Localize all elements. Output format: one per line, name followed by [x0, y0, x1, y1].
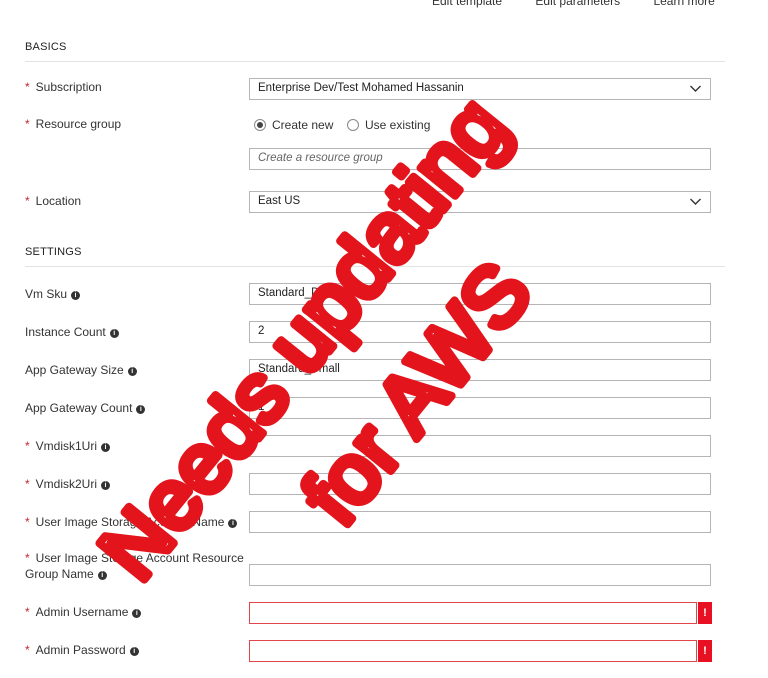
- admin-password-input[interactable]: !: [249, 640, 712, 662]
- edit-template-link[interactable]: Edit template: [432, 0, 502, 8]
- resource-group-input[interactable]: Create a resource group: [249, 148, 711, 170]
- app-gateway-size-value: Standard_Small: [258, 363, 340, 375]
- subscription-value: Enterprise Dev/Test Mohamed Hassanin: [258, 82, 464, 94]
- settings-heading: SETTINGS: [25, 246, 82, 258]
- info-icon[interactable]: i: [129, 647, 139, 656]
- error-icon: !: [698, 640, 712, 662]
- storage-account-rg-input[interactable]: [249, 564, 711, 586]
- location-label: * Location: [25, 194, 82, 208]
- basics-divider: [25, 61, 725, 62]
- error-icon: !: [698, 602, 712, 624]
- info-icon[interactable]: i: [109, 329, 119, 338]
- admin-password-label: * Admin Password i: [25, 642, 139, 658]
- storage-account-name-input[interactable]: [249, 511, 711, 533]
- edit-parameters-link[interactable]: Edit parameters: [535, 0, 620, 8]
- use-existing-radio[interactable]: Use existing: [347, 118, 430, 132]
- app-gateway-count-input[interactable]: 1: [249, 397, 711, 419]
- info-icon[interactable]: i: [127, 367, 137, 376]
- vm-sku-label: Vm Sku i: [25, 286, 81, 302]
- info-icon[interactable]: i: [101, 443, 111, 452]
- info-icon[interactable]: i: [71, 291, 81, 300]
- vmdisk2uri-input[interactable]: [249, 473, 711, 495]
- vmdisk1uri-label: * Vmdisk1Uri i: [25, 438, 111, 454]
- chevron-down-icon: [690, 85, 701, 92]
- info-icon[interactable]: i: [132, 609, 142, 618]
- top-links: Edit template Edit parameters Learn more: [432, 0, 745, 8]
- app-gateway-size-label: App Gateway Size i: [25, 362, 137, 378]
- location-select[interactable]: East US: [249, 191, 711, 213]
- vmdisk1uri-input[interactable]: [249, 435, 711, 457]
- vm-sku-input[interactable]: Standard_D4s_v3: [249, 283, 711, 305]
- vm-sku-value: Standard_D4s_v3: [258, 287, 351, 299]
- subscription-select[interactable]: Enterprise Dev/Test Mohamed Hassanin: [249, 78, 711, 100]
- app-gateway-count-label: App Gateway Count i: [25, 400, 146, 416]
- instance-count-input[interactable]: 2: [249, 321, 711, 343]
- resource-group-placeholder: Create a resource group: [258, 152, 383, 164]
- settings-divider: [25, 266, 725, 267]
- info-icon[interactable]: i: [97, 571, 107, 580]
- info-icon[interactable]: i: [228, 519, 238, 528]
- radio-checked-icon: [254, 119, 266, 131]
- vmdisk2uri-label: * Vmdisk2Uri i: [25, 476, 111, 492]
- basics-heading: BASICS: [25, 41, 67, 53]
- chevron-down-icon: [690, 198, 701, 205]
- info-icon[interactable]: i: [101, 481, 111, 490]
- instance-count-value: 2: [258, 325, 265, 337]
- admin-username-label: * Admin Username i: [25, 604, 142, 620]
- subscription-label: * Subscription: [25, 80, 102, 94]
- learn-more-link[interactable]: Learn more: [653, 0, 714, 8]
- admin-username-input[interactable]: !: [249, 602, 712, 624]
- required-marker: *: [25, 80, 30, 94]
- resource-group-label: * Resource group: [25, 117, 122, 131]
- info-icon[interactable]: i: [136, 405, 146, 414]
- storage-account-rg-label: * User Image Storage Account Resource Gro…: [25, 551, 244, 581]
- app-gateway-size-input[interactable]: Standard_Small: [249, 359, 711, 381]
- create-new-radio[interactable]: Create new: [254, 118, 333, 132]
- location-value: East US: [258, 195, 301, 207]
- app-gateway-count-value: 1: [258, 401, 265, 413]
- storage-account-name-label: * User Image Storage Account Name i: [25, 514, 238, 530]
- radio-unchecked-icon: [347, 119, 359, 131]
- instance-count-label: Instance Count i: [25, 324, 119, 340]
